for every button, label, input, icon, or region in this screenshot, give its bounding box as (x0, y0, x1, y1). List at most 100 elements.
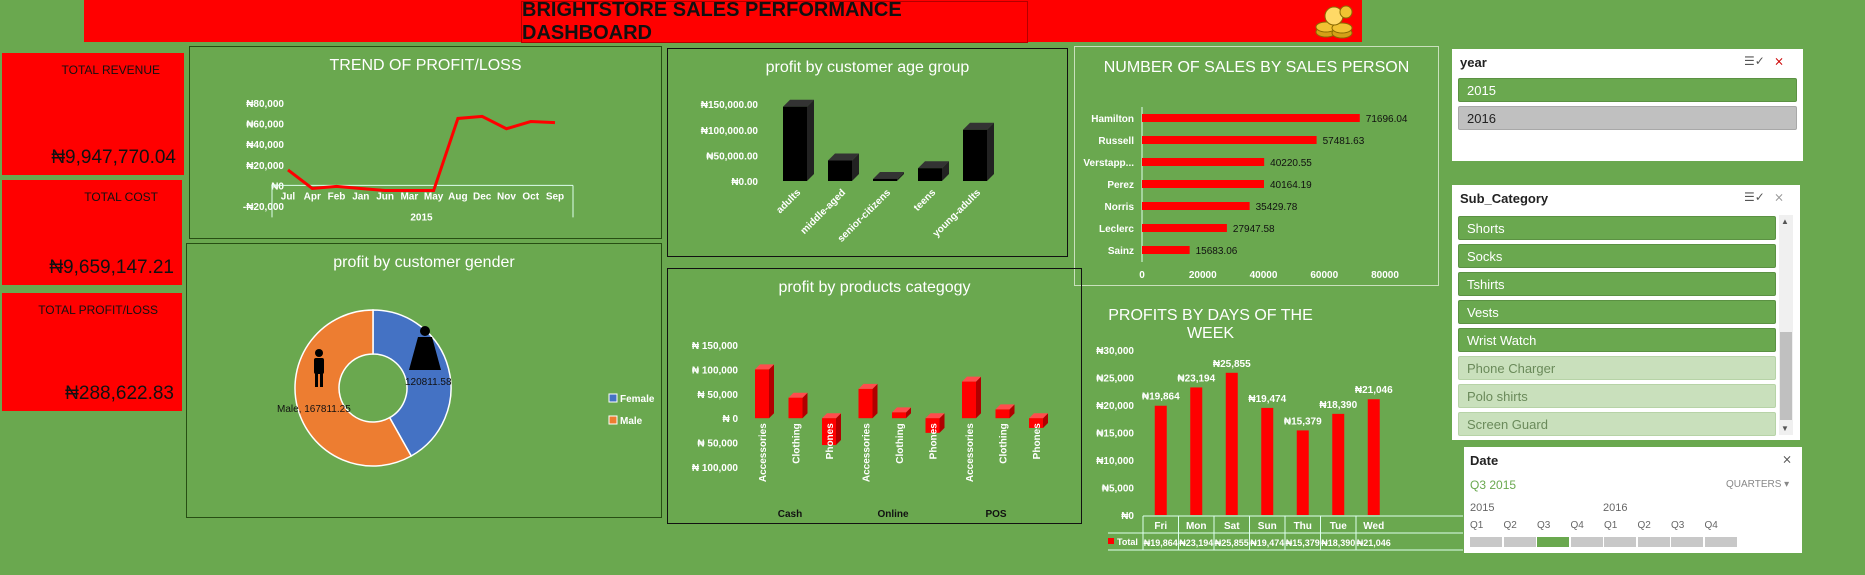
bar (962, 381, 976, 419)
kpi-label: TOTAL PROFIT/LOSS (38, 303, 158, 317)
timeline-quarter-cell[interactable] (1470, 537, 1502, 547)
timeline-quarter-cell[interactable] (1604, 537, 1636, 547)
sub-category-item[interactable]: Socks (1458, 244, 1776, 268)
legend-swatch (608, 415, 618, 425)
salesperson-chart-panel: NUMBER OF SALES BY SALES PERSON Hamilton… (1074, 46, 1439, 286)
data-label: ₦18,390 (1319, 400, 1357, 411)
x-tick-label: adults (775, 187, 804, 216)
x-tick-label: Jan (352, 191, 369, 202)
gold-coins-icon (1315, 5, 1353, 39)
bar (1142, 180, 1264, 188)
sub-category-item[interactable]: Tshirts (1458, 272, 1776, 296)
bar (1142, 224, 1227, 232)
bar (995, 409, 1010, 419)
timeline-quarter-cell[interactable] (1537, 537, 1569, 547)
y-tick-label: ₦80,000 (246, 99, 284, 110)
weekday-chart: ₦0 ₦5,000 ₦10,000 ₦15,000 ₦20,000 ₦25,000 ₦30,… (1096, 346, 1463, 551)
sub-category-slicer-title: Sub_Category (1460, 191, 1549, 206)
year-slicer-item[interactable]: 2015 (1458, 78, 1797, 102)
clear-filter-icon[interactable]: ⨯ (1774, 190, 1790, 204)
dashboard-title: BRIGHTSTORE SALES PERFORMANCE DASHBOARD (521, 0, 1028, 44)
bar (1261, 407, 1274, 515)
scroll-down-icon[interactable]: ▼ (1781, 424, 1789, 433)
bar-side-face (872, 383, 878, 419)
year-slicer-title: year (1460, 55, 1487, 70)
bar-side-face (836, 413, 841, 446)
bar (1225, 372, 1238, 515)
bar (1190, 387, 1203, 515)
bar (1142, 246, 1190, 254)
x-tick-label: Jul (281, 191, 296, 202)
table-cell: ₦21,046 (1357, 538, 1391, 548)
sub-category-slicer: Sub_Category ☰✓ ⨯ Shorts Socks Tshirts V… (1452, 185, 1800, 440)
x-tick-label: Thu (1294, 521, 1312, 532)
x-tick-label: Mar (400, 191, 418, 202)
y-tick-label: ₦60,000 (246, 120, 284, 131)
y-tick-label: ₦100,000.00 (701, 126, 759, 137)
multi-select-icon[interactable]: ☰✓ (1744, 54, 1765, 68)
kpi-value: ₦288,622.83 (65, 383, 174, 404)
sub-category-item[interactable]: Phone Charger (1458, 356, 1776, 380)
x-tick-label: middle-aged (799, 187, 848, 236)
x-tick-label: Mon (1186, 521, 1207, 532)
bar-side-face (769, 364, 774, 419)
date-timeline: Date ⨯ Q3 2015 QUARTERS ▾ 2015 2016 Q1 Q2… (1464, 447, 1802, 553)
bar (1367, 399, 1380, 515)
timeline-level[interactable]: QUARTERS ▾ (1726, 479, 1789, 490)
x-group-label: 2015 (410, 212, 433, 223)
kpi-total-revenue: TOTAL REVENUE ₦9,947,770.04 (2, 53, 184, 175)
sub-category-item[interactable]: Wrist Watch (1458, 328, 1776, 352)
x-tick-label: Tue (1330, 521, 1347, 532)
timeline-quarter-label: Q2 (1503, 520, 1517, 531)
scrollbar-thumb[interactable] (1780, 332, 1792, 420)
bar (858, 388, 873, 419)
bar (1296, 430, 1309, 515)
timeline-quarter-cell[interactable] (1671, 537, 1703, 547)
bar (1142, 202, 1250, 210)
clear-filter-icon[interactable]: ⨯ (1774, 54, 1790, 68)
bar (1154, 405, 1167, 515)
slicer-scrollbar[interactable]: ▲ ▼ (1779, 215, 1793, 435)
timeline-quarter-cell[interactable] (1503, 537, 1536, 547)
bar (828, 160, 852, 181)
x-tick-label: Feb (328, 191, 346, 202)
x-tick-label: 60000 (1310, 270, 1338, 281)
y-tick-label: ₦20,000 (246, 161, 284, 172)
sub-category-item[interactable]: Polo shirts (1458, 384, 1776, 408)
year-slicer-item[interactable]: 2016 (1458, 106, 1797, 130)
gender-chart-panel: profit by customer gender 120811.58 Male,… (186, 243, 662, 518)
table-cell: ₦18,390 (1321, 538, 1355, 548)
timeline-year-label: 2015 (1470, 502, 1495, 514)
timeline-quarter-cell[interactable] (1704, 537, 1737, 547)
y-tick-label: Russell (1098, 136, 1134, 147)
timeline-quarters: Q1 Q2 Q3 Q4 Q1 Q2 Q3 Q4 (1470, 520, 1740, 548)
scroll-up-icon[interactable]: ▲ (1781, 217, 1789, 226)
x-tick-label: Dec (473, 191, 492, 202)
bar (1142, 158, 1265, 166)
sub-category-item[interactable]: Shorts (1458, 216, 1776, 240)
sub-category-item[interactable]: Vests (1458, 300, 1776, 324)
bar (783, 106, 807, 181)
bar (1142, 136, 1317, 144)
table-cell: ₦23,194 (1179, 538, 1213, 548)
clear-filter-icon[interactable]: ⨯ (1782, 452, 1798, 466)
bar (963, 129, 987, 181)
x-group-label: Online (877, 509, 909, 520)
y-tick-label: ₦150,000.00 (701, 100, 759, 111)
data-label: 120811.58 (405, 377, 452, 388)
x-group-label: POS (985, 509, 1006, 520)
y-tick-label: Perez (1107, 180, 1134, 191)
timeline-quarter-label: Q2 (1637, 520, 1651, 531)
multi-select-icon[interactable]: ☰✓ (1744, 190, 1765, 204)
timeline-quarter-cell[interactable] (1637, 537, 1670, 547)
data-label: 40220.55 (1270, 158, 1312, 169)
y-tick-label: Sainz (1108, 246, 1134, 257)
y-tick-label: Leclerc (1099, 224, 1134, 235)
age-chart-panel: profit by customer age group ₦0.00 ₦50,00… (667, 48, 1068, 257)
bar (892, 412, 906, 419)
kpi-total-cost: TOTAL COST ₦9,659,147.21 (2, 180, 182, 285)
sub-category-item[interactable]: Screen Guard (1458, 412, 1776, 436)
data-label: 57481.63 (1323, 136, 1365, 147)
y-tick-label: ₦0 (1121, 511, 1134, 522)
timeline-quarter-cell[interactable] (1570, 537, 1603, 547)
